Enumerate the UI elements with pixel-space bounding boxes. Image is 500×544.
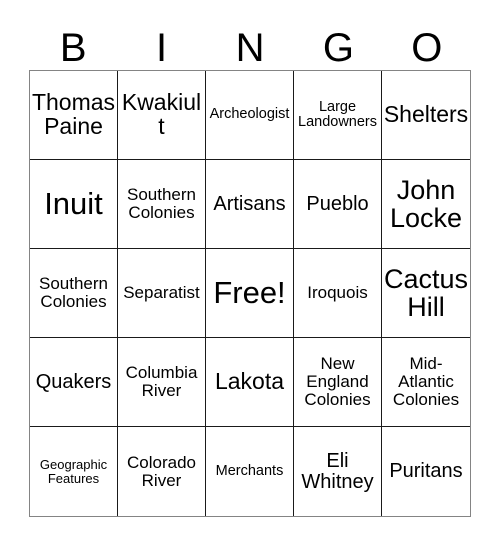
bingo-cell-label: Iroquois	[307, 283, 368, 303]
bingo-cell-label: Southern Colonies	[127, 185, 196, 222]
bingo-cell-label: Quakers	[35, 370, 112, 393]
bingo-cell[interactable]: Large Landowners	[294, 71, 382, 160]
bingo-cell[interactable]: Southern Colonies	[30, 249, 118, 338]
header-letter-i: I	[156, 26, 168, 70]
bingo-cell-label: Merchants	[215, 462, 284, 479]
bingo-cell-label: Mid-Atlantic Colonies	[392, 354, 460, 409]
bingo-cell[interactable]: Inuit	[30, 160, 118, 249]
bingo-cell-label: Columbia River	[125, 363, 198, 400]
bingo-cell-label: Kwakiult	[121, 89, 202, 139]
bingo-grid: Thomas Paine Kwakiult Archeologist Large…	[29, 70, 471, 517]
bingo-cell-label: Geographic Features	[39, 456, 108, 486]
bingo-cell[interactable]: Cactus Hill	[382, 249, 470, 338]
bingo-header-row: B I N G O	[29, 18, 471, 70]
bingo-cell[interactable]: Merchants	[206, 427, 294, 516]
bingo-cell[interactable]: Colorado River	[118, 427, 206, 516]
bingo-cell-label: Large Landowners	[298, 98, 377, 130]
bingo-cell[interactable]: New England Colonies	[294, 338, 382, 427]
bingo-cell[interactable]: Puritans	[382, 427, 470, 516]
bingo-cell[interactable]: Mid-Atlantic Colonies	[382, 338, 470, 427]
bingo-free-space-label: Free!	[213, 274, 286, 310]
bingo-cell-label: Separatist	[123, 283, 200, 303]
bingo-free-space[interactable]: Free!	[206, 249, 294, 338]
bingo-cell[interactable]: Southern Colonies	[118, 160, 206, 249]
header-letter-o: O	[411, 26, 443, 70]
bingo-cell[interactable]: Iroquois	[294, 249, 382, 338]
bingo-cell-label: Cactus Hill	[383, 263, 469, 322]
bingo-cell[interactable]: Geographic Features	[30, 427, 118, 516]
bingo-cell[interactable]: Thomas Paine	[30, 71, 118, 160]
bingo-cell-label: Eli Whitney	[301, 449, 374, 493]
bingo-cell[interactable]: Eli Whitney	[294, 427, 382, 516]
bingo-cell-label: Lakota	[214, 368, 285, 395]
bingo-cell[interactable]: Artisans	[206, 160, 294, 249]
bingo-cell-label: Colorado River	[127, 452, 196, 490]
bingo-cell-label: New England Colonies	[304, 354, 371, 409]
bingo-cell-label: Inuit	[44, 185, 103, 221]
bingo-cell-label: Thomas Paine	[31, 89, 116, 139]
bingo-cell-label: Shelters	[383, 101, 469, 128]
header-letter-g: G	[322, 26, 354, 70]
bingo-cell-label: Artisans	[213, 192, 286, 215]
bingo-cell[interactable]: Pueblo	[294, 160, 382, 249]
bingo-card: B I N G O Thomas Paine Kwakiult Archeolo…	[0, 0, 500, 544]
bingo-cell-label: Puritans	[389, 460, 463, 483]
bingo-cell[interactable]: Shelters	[382, 71, 470, 160]
bingo-cell[interactable]: Quakers	[30, 338, 118, 427]
bingo-cell[interactable]: Separatist	[118, 249, 206, 338]
bingo-cell-label: John Locke	[389, 174, 463, 233]
bingo-cell[interactable]: John Locke	[382, 160, 470, 249]
bingo-cell-label: Archeologist	[209, 106, 290, 123]
bingo-cell-label: Pueblo	[306, 192, 369, 215]
header-letter-b: B	[59, 26, 87, 70]
bingo-cell[interactable]: Archeologist	[206, 71, 294, 160]
header-letter-n: N	[235, 26, 265, 70]
bingo-cell-label: Southern Colonies	[39, 274, 108, 311]
bingo-cell[interactable]: Kwakiult	[118, 71, 206, 160]
bingo-cell[interactable]: Columbia River	[118, 338, 206, 427]
bingo-cell[interactable]: Lakota	[206, 338, 294, 427]
